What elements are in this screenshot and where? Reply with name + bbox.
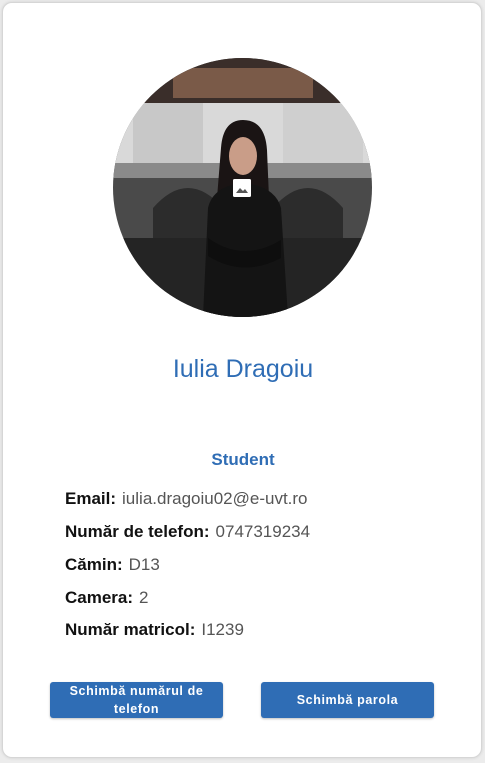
email-label: Email: bbox=[65, 489, 117, 508]
dorm-value: D13 bbox=[128, 555, 160, 574]
email-value: iulia.dragoiu02@e-uvt.ro bbox=[122, 489, 308, 508]
image-icon bbox=[233, 179, 251, 197]
room-value: 2 bbox=[139, 588, 149, 607]
phone-label: Număr de telefon: bbox=[65, 522, 210, 541]
dorm-label: Cămin: bbox=[65, 555, 123, 574]
matriculation-value: I1239 bbox=[201, 620, 244, 639]
profile-card: Iulia Dragoiu Student Email: iulia.dragoi… bbox=[2, 2, 482, 758]
info-row-phone: Număr de telefon: 0747319234 bbox=[65, 522, 310, 542]
info-row-room: Camera: 2 bbox=[65, 588, 149, 608]
phone-value: 0747319234 bbox=[215, 522, 311, 541]
room-label: Camera: bbox=[65, 588, 134, 607]
change-password-label: Schimbă parola bbox=[296, 693, 399, 707]
profile-role: Student bbox=[211, 450, 275, 469]
change-password-button[interactable]: Schimbă parola bbox=[261, 682, 434, 718]
change-phone-label: Schimbă numărul de telefon bbox=[69, 684, 204, 716]
info-row-email: Email: iulia.dragoiu02@e-uvt.ro bbox=[65, 489, 308, 509]
info-row-dorm: Cămin: D13 bbox=[65, 555, 160, 575]
info-row-matriculation: Număr matricol: I1239 bbox=[65, 620, 244, 640]
change-phone-button[interactable]: Schimbă numărul de telefon bbox=[50, 682, 223, 718]
matriculation-label: Număr matricol: bbox=[65, 620, 196, 639]
profile-name: Iulia Dragoiu bbox=[172, 355, 314, 383]
